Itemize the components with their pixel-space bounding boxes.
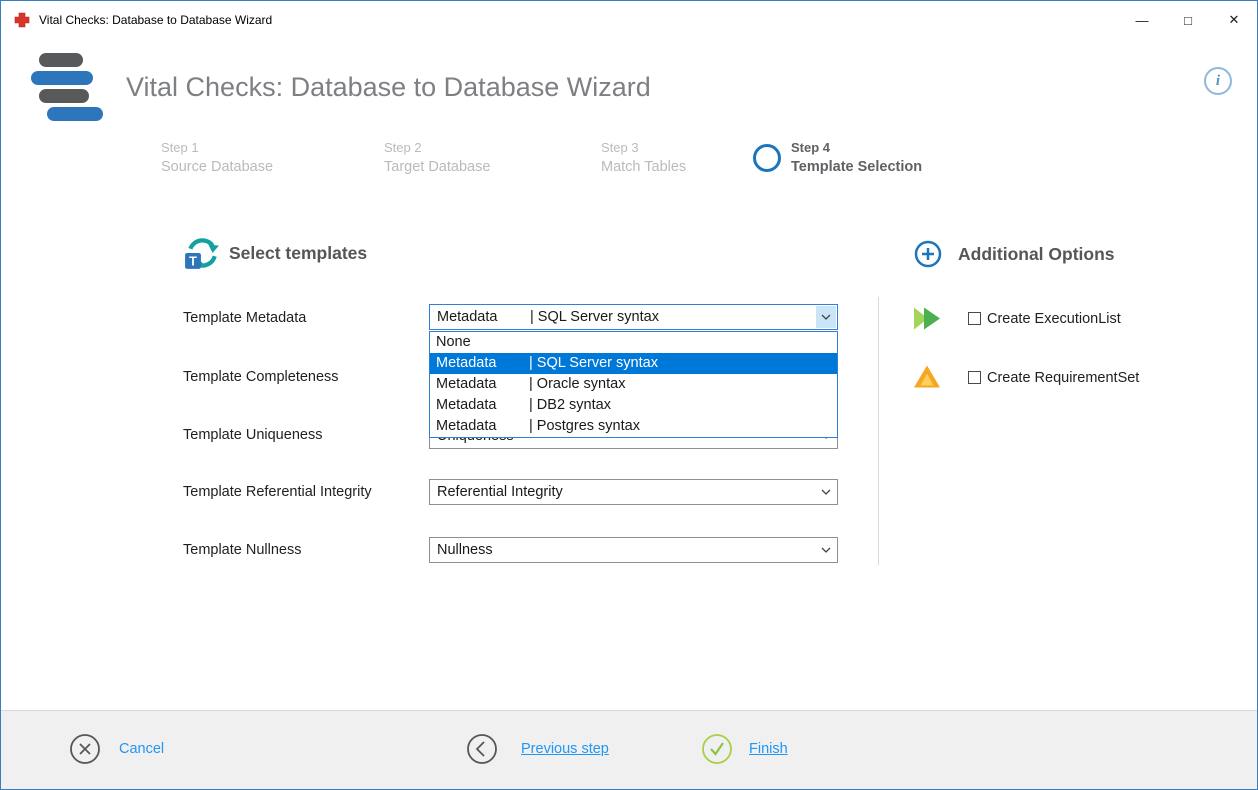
template-metadata-value: Metadata <box>437 309 530 325</box>
titlebar: Vital Checks: Database to Database Wizar… <box>1 1 1257 39</box>
window-title: Vital Checks: Database to Database Wizar… <box>39 13 272 27</box>
create-requirementset-label[interactable]: Create RequirementSet <box>987 370 1139 386</box>
app-logo <box>31 53 106 133</box>
step-3-number: Step 3 <box>601 140 686 155</box>
close-button[interactable]: ✕ <box>1211 1 1257 39</box>
step-1-number: Step 1 <box>161 140 273 155</box>
cancel-button[interactable]: Cancel <box>119 741 164 757</box>
option-none[interactable]: None <box>430 332 837 353</box>
template-nullness-value: Nullness <box>437 542 493 558</box>
option-metadata-sql-server[interactable]: Metadata| SQL Server syntax <box>430 353 837 374</box>
create-executionlist-checkbox[interactable] <box>968 312 981 325</box>
cancel-circle-x-icon[interactable] <box>69 733 101 765</box>
step-2: Step 2 Target Database <box>384 140 490 175</box>
previous-step-circle-icon[interactable] <box>466 733 498 765</box>
create-requirementset-checkbox[interactable] <box>968 371 981 384</box>
step-4-number: Step 4 <box>791 140 922 155</box>
requirement-set-icon <box>913 363 941 395</box>
select-templates-icon: T <box>184 235 220 276</box>
template-metadata-dropdown[interactable]: Metadata | SQL Server syntax <box>429 304 838 330</box>
wizard-window: Vital Checks: Database to Database Wizar… <box>0 0 1258 790</box>
info-icon[interactable]: i <box>1204 67 1232 95</box>
template-completeness-label: Template Completeness <box>183 369 339 385</box>
template-uniqueness-label: Template Uniqueness <box>183 427 322 443</box>
chevron-down-icon[interactable] <box>816 306 836 328</box>
option-text: None <box>436 332 529 353</box>
option-text: Metadata <box>436 353 529 374</box>
step-3: Step 3 Match Tables <box>601 140 686 175</box>
template-metadata-value-syntax: | SQL Server syntax <box>530 309 659 325</box>
page-title: Vital Checks: Database to Database Wizar… <box>126 72 651 103</box>
svg-text:T: T <box>189 255 197 269</box>
chevron-down-icon[interactable] <box>816 481 836 503</box>
option-syntax: | Postgres syntax <box>529 418 640 434</box>
template-referential-integrity-label: Template Referential Integrity <box>183 484 372 500</box>
step-3-label: Match Tables <box>601 159 686 175</box>
step-4-label: Template Selection <box>791 159 922 175</box>
template-nullness-dropdown[interactable]: Nullness <box>429 537 838 563</box>
option-syntax: | Oracle syntax <box>529 376 625 392</box>
chevron-down-icon[interactable] <box>816 539 836 561</box>
template-referential-integrity-value: Referential Integrity <box>437 484 563 500</box>
step-4: Step 4 Template Selection <box>791 140 922 175</box>
step-1: Step 1 Source Database <box>161 140 273 175</box>
create-executionlist-label[interactable]: Create ExecutionList <box>987 311 1121 327</box>
maximize-button[interactable]: □ <box>1165 1 1211 39</box>
window-controls: — □ ✕ <box>1119 1 1257 39</box>
template-metadata-options-list: None Metadata| SQL Server syntax Metadat… <box>429 331 838 438</box>
option-text: Metadata <box>436 374 529 395</box>
template-metadata-label: Template Metadata <box>183 310 306 326</box>
option-metadata-postgres[interactable]: Metadata| Postgres syntax <box>430 416 837 437</box>
option-text: Metadata <box>436 416 529 437</box>
section-divider <box>878 297 879 565</box>
footer: Cancel Previous step Finish <box>1 710 1257 789</box>
step-1-label: Source Database <box>161 159 273 175</box>
template-nullness-label: Template Nullness <box>183 542 301 558</box>
option-syntax: | DB2 syntax <box>529 397 611 413</box>
step-4-active-circle-icon <box>753 144 781 172</box>
minimize-button[interactable]: — <box>1119 1 1165 39</box>
finish-button[interactable]: Finish <box>749 741 788 757</box>
option-metadata-db2[interactable]: Metadata| DB2 syntax <box>430 395 837 416</box>
app-red-cross-icon <box>14 12 30 28</box>
step-2-number: Step 2 <box>384 140 490 155</box>
template-referential-integrity-dropdown[interactable]: Referential Integrity <box>429 479 838 505</box>
select-templates-heading: Select templates <box>229 243 367 264</box>
execution-list-icon <box>912 305 942 337</box>
previous-step-button[interactable]: Previous step <box>521 741 609 757</box>
additional-options-heading: Additional Options <box>958 244 1115 265</box>
option-syntax: | SQL Server syntax <box>529 355 658 371</box>
step-2-label: Target Database <box>384 159 490 175</box>
finish-check-circle-icon[interactable] <box>701 733 733 765</box>
option-text: Metadata <box>436 395 529 416</box>
option-metadata-oracle[interactable]: Metadata| Oracle syntax <box>430 374 837 395</box>
plus-circle-icon <box>914 240 942 273</box>
